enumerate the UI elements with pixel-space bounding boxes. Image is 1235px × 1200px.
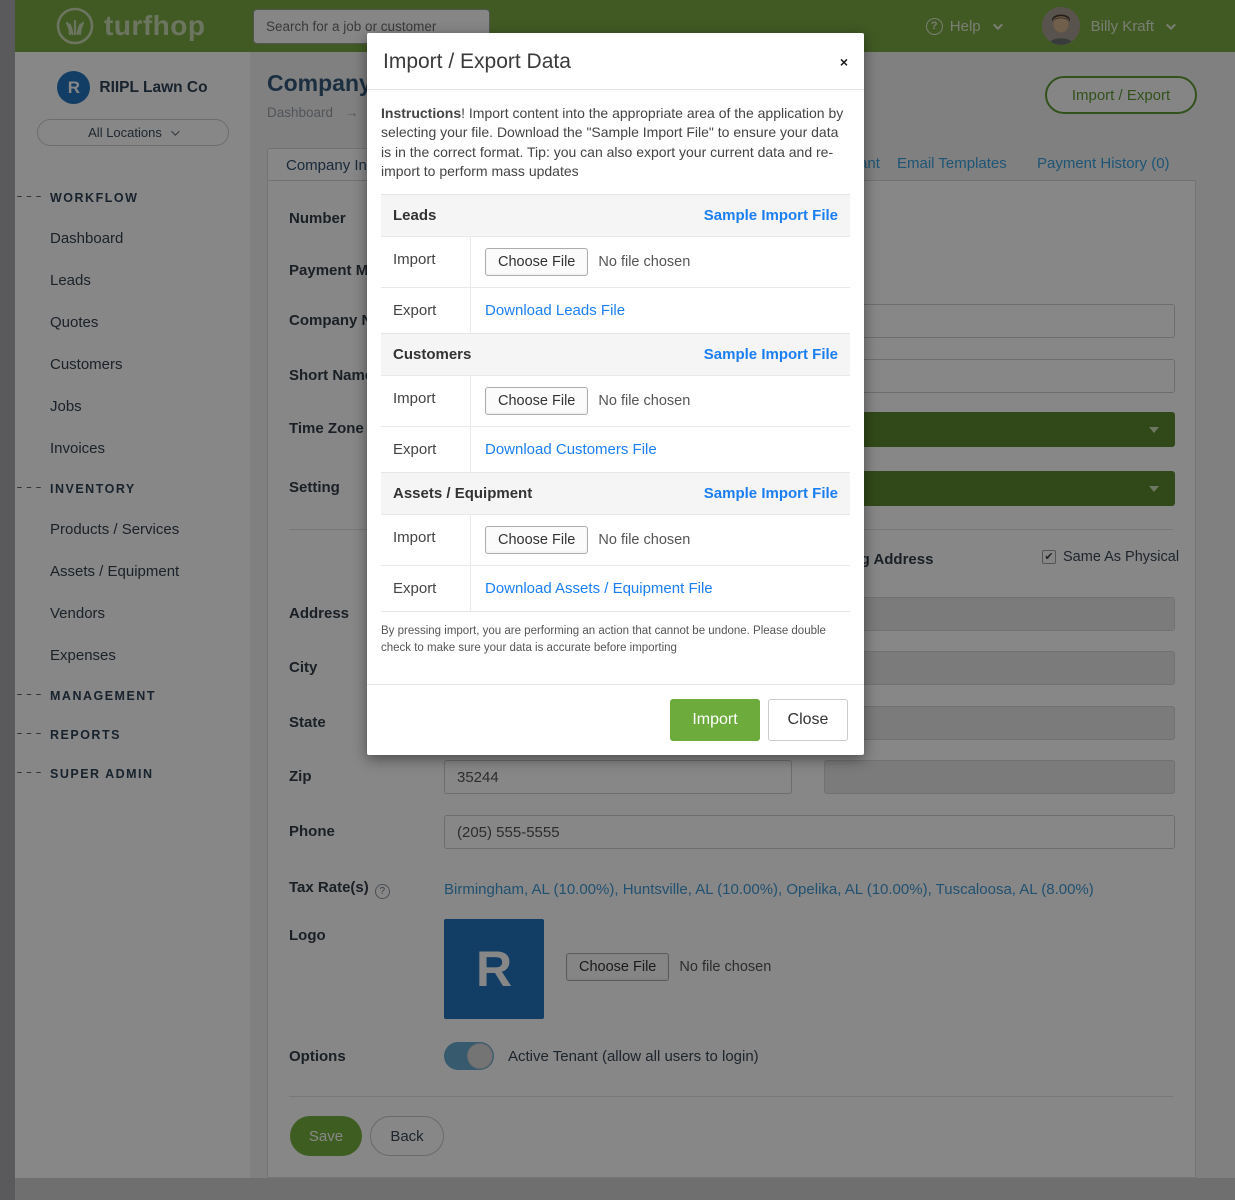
import-warning-text: By pressing import, you are performing a… [381,623,850,656]
assets-export-row: Export Download Assets / Equipment File [381,565,850,611]
choose-file-button[interactable]: Choose File [485,248,588,276]
modal-instructions: Instructions! Import content into the ap… [381,104,850,181]
leads-export-row: Export Download Leads File [381,287,850,333]
close-button[interactable]: Close [768,699,848,741]
export-row-label: Export [381,427,471,472]
no-file-chosen-text: No file chosen [598,532,690,548]
import-export-table: Leads Sample Import File Import Choose F… [381,194,850,612]
import-row-label: Import [381,515,471,565]
customers-export-row: Export Download Customers File [381,426,850,472]
section-title: Customers [393,346,471,363]
section-title: Assets / Equipment [393,485,532,502]
download-leads-file-link[interactable]: Download Leads File [485,302,625,319]
section-header-customers: Customers Sample Import File [381,333,850,375]
modal-body: Instructions! Import content into the ap… [367,90,864,671]
close-icon[interactable]: × [840,55,848,69]
modal-header: Import / Export Data × [367,33,864,90]
export-row-label: Export [381,566,471,611]
choose-file-button[interactable]: Choose File [485,526,588,554]
download-assets-equipment-file-link[interactable]: Download Assets / Equipment File [485,580,713,597]
assets-import-row: Import Choose File No file chosen [381,514,850,565]
no-file-chosen-text: No file chosen [598,393,690,409]
import-row-label: Import [381,376,471,426]
choose-file-button[interactable]: Choose File [485,387,588,415]
sample-import-file-link[interactable]: Sample Import File [704,346,838,363]
import-row-label: Import [381,237,471,287]
section-header-leads: Leads Sample Import File [381,194,850,236]
no-file-chosen-text: No file chosen [598,254,690,270]
section-title: Leads [393,207,436,224]
sample-import-file-link[interactable]: Sample Import File [704,207,838,224]
import-export-modal: Import / Export Data × Instructions! Imp… [367,33,864,755]
app-screen: turfhop ? Help Billy Kraft R RIIPL [0,0,1235,1200]
sample-import-file-link[interactable]: Sample Import File [704,485,838,502]
leads-import-row: Import Choose File No file chosen [381,236,850,287]
modal-title: Import / Export Data [383,50,848,74]
modal-footer: Import Close [367,684,864,755]
download-customers-file-link[interactable]: Download Customers File [485,441,657,458]
section-header-assets-equipment: Assets / Equipment Sample Import File [381,472,850,514]
import-button[interactable]: Import [670,699,760,741]
customers-import-row: Import Choose File No file chosen [381,375,850,426]
export-row-label: Export [381,288,471,333]
